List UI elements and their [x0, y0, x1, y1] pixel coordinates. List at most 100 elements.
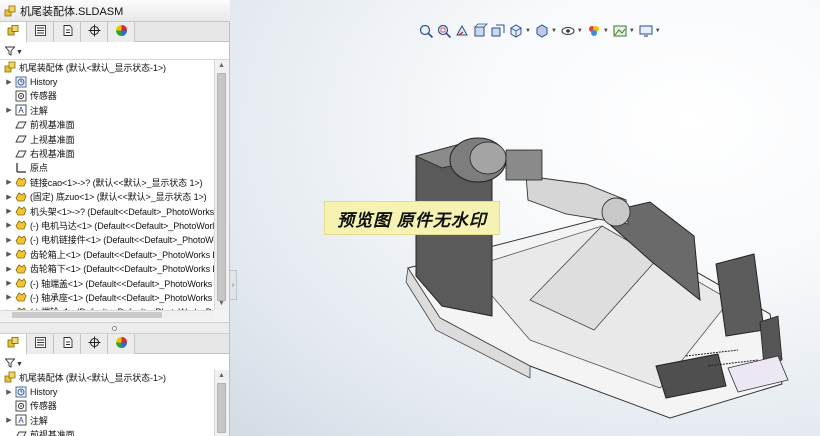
tree-item-label: (固定) 底zuo<1> (默认<<默认>_显示状态 1>): [30, 192, 207, 203]
part-icon: [14, 263, 27, 275]
svg-text:A: A: [18, 106, 24, 115]
scroll-down-arrow-icon[interactable]: ▼: [215, 298, 228, 310]
tree-item-label: 传感器: [30, 401, 57, 412]
tree-vertical-scrollbar-top[interactable]: ▲ ▼: [214, 60, 228, 310]
tree-item-label: 齿轮箱上<1> (Default<<Default>_PhotoWorks D: [30, 249, 214, 260]
expand-arrow-icon[interactable]: ▶: [4, 178, 14, 186]
featuremanager-tab[interactable]: [0, 334, 27, 354]
scrollbar-thumb[interactable]: [217, 73, 226, 301]
gear-box[interactable]: [505, 149, 543, 181]
configurationmanager-icon: [61, 24, 74, 40]
propertymanager-icon: [34, 336, 47, 352]
plane-icon: [14, 148, 27, 160]
tree-item[interactable]: 传感器: [0, 89, 214, 103]
drive-drum-face: [469, 141, 507, 175]
assembly-icon: [3, 371, 16, 383]
tree-item-label: 注解: [30, 105, 48, 116]
part-icon: [14, 205, 27, 217]
panel-splitter[interactable]: [0, 322, 229, 334]
tree-item[interactable]: 右视基准面: [0, 146, 214, 160]
filter-dropdown-icon[interactable]: ▼: [16, 361, 23, 368]
dimxpert-icon: [88, 336, 101, 352]
tree-item[interactable]: ▶ 齿轮箱上<1> (Default<<Default>_PhotoWorks D: [0, 247, 214, 261]
sensor-icon: [14, 90, 27, 102]
tree-item[interactable]: ▶ 齿轮箱下<1> (Default<<Default>_PhotoWorks D: [0, 261, 214, 275]
origin-icon: [14, 162, 27, 174]
tree-item[interactable]: 前视基准面: [0, 428, 214, 436]
expand-arrow-icon[interactable]: ▶: [4, 293, 14, 301]
tree-item[interactable]: ▶ A 注解: [0, 103, 214, 117]
propertymanager-tab[interactable]: [27, 334, 54, 354]
tree-item[interactable]: ▶ History: [0, 384, 214, 398]
motor-end-cap: [601, 197, 631, 227]
display-manager-tab[interactable]: [108, 22, 135, 42]
graphics-area[interactable]: ▼ ▼ ▼ ▼ ▼ ▼ › 预览图 原件无水印: [230, 0, 820, 436]
tree-item-label: 注解: [30, 415, 48, 426]
scroll-up-arrow-icon[interactable]: ▲: [215, 370, 228, 382]
scroll-up-arrow-icon[interactable]: ▲: [215, 60, 228, 72]
tree-item[interactable]: ▶ (-) 轴端盖<1> (Default<<Default>_PhotoWork…: [0, 276, 214, 290]
expand-arrow-icon[interactable]: ▶: [4, 207, 14, 215]
featuremanager-icon: [7, 24, 20, 40]
splitter-grip-icon[interactable]: [112, 325, 117, 331]
expand-arrow-icon[interactable]: ▶: [4, 193, 14, 201]
feature-tree-bottom: 机尾装配体 (默认<默认_显示状态-1>) ▶ History 传感器 ▶ A 注解 前视基准…: [0, 370, 214, 436]
tree-item[interactable]: 传感器: [0, 399, 214, 413]
filter-icon[interactable]: [5, 46, 15, 56]
tree-item[interactable]: ▶ History: [0, 74, 214, 88]
assembly-icon: [3, 61, 16, 73]
h-scrollbar-thumb[interactable]: [12, 312, 162, 318]
expand-arrow-icon[interactable]: ▶: [4, 265, 14, 273]
expand-arrow-icon[interactable]: ▶: [4, 388, 14, 396]
tree-root-assembly[interactable]: 机尾装配体 (默认<默认_显示状态-1>): [0, 370, 214, 384]
display-manager-icon: [115, 336, 128, 352]
history-icon: [14, 386, 27, 398]
tree-item[interactable]: ▶ 机头架<1>->? (Default<<Default>_PhotoWorks…: [0, 204, 214, 218]
configurationmanager-tab[interactable]: [54, 334, 81, 354]
tree-item[interactable]: ▶ (-) 电机链接件<1> (Default<<Default>_PhotoWo: [0, 233, 214, 247]
dimxpert-tab[interactable]: [81, 334, 108, 354]
tree-item-label: 原点: [30, 163, 48, 174]
tree-horizontal-scrollbar-top[interactable]: [0, 310, 214, 319]
expand-arrow-icon[interactable]: ▶: [4, 221, 14, 229]
configurationmanager-tab[interactable]: [54, 22, 81, 42]
filter-row-top: ▼: [0, 42, 229, 60]
tree-item-label: 传感器: [30, 91, 57, 102]
dimxpert-tab[interactable]: [81, 22, 108, 42]
filter-dropdown-icon[interactable]: ▼: [16, 49, 23, 56]
tree-item-label: 右视基准面: [30, 149, 75, 160]
assembly-3d-model[interactable]: [230, 0, 820, 436]
tree-root-label: 机尾装配体 (默认<默认_显示状态-1>): [19, 62, 166, 73]
tree-item-label: (-) 电机链接件<1> (Default<<Default>_PhotoWo: [30, 235, 214, 246]
tree-item-label: History: [30, 76, 58, 87]
tree-item[interactable]: 上视基准面: [0, 132, 214, 146]
tree-item-label: 机头架<1>->? (Default<<Default>_PhotoWorks …: [30, 206, 214, 217]
expand-arrow-icon[interactable]: ▶: [4, 416, 14, 424]
tree-item[interactable]: ▶ (-) 轴承座<1> (Default<<Default>_PhotoWork…: [0, 290, 214, 304]
propertymanager-tab[interactable]: [27, 22, 54, 42]
tree-item-label: 链接cao<1>->? (默认<<默认>_显示状态 1>): [30, 177, 203, 188]
plane-icon: [14, 119, 27, 131]
plane-icon: [14, 133, 27, 145]
expand-arrow-icon[interactable]: ▶: [4, 78, 14, 86]
expand-arrow-icon[interactable]: ▶: [4, 279, 14, 287]
tree-item[interactable]: 原点: [0, 161, 214, 175]
expand-arrow-icon[interactable]: ▶: [4, 250, 14, 258]
panel-tabbar-bottom: [0, 334, 229, 354]
tree-root-assembly[interactable]: 机尾装配体 (默认<默认_显示状态-1>): [0, 60, 214, 74]
featuremanager-tab[interactable]: [0, 22, 27, 42]
tree-item[interactable]: ▶ (-) 电机马达<1> (Default<<Default>_PhotoWor…: [0, 218, 214, 232]
tree-vertical-scrollbar-bottom[interactable]: ▲: [214, 370, 228, 436]
expand-arrow-icon[interactable]: ▶: [4, 106, 14, 114]
tree-item[interactable]: ▶ A 注解: [0, 413, 214, 427]
display-manager-tab[interactable]: [108, 334, 135, 354]
tree-item[interactable]: ▶ 链接cao<1>->? (默认<<默认>_显示状态 1>): [0, 175, 214, 189]
scrollbar-thumb[interactable]: [217, 383, 226, 433]
part-icon: [14, 277, 27, 289]
tree-item[interactable]: 前视基准面: [0, 118, 214, 132]
document-title: 机尾装配体.SLDASM: [20, 5, 124, 18]
filter-icon[interactable]: [5, 358, 15, 368]
tree-item-label: 上视基准面: [30, 134, 75, 145]
tree-item[interactable]: ▶ (固定) 底zuo<1> (默认<<默认>_显示状态 1>): [0, 190, 214, 204]
expand-arrow-icon[interactable]: ▶: [4, 236, 14, 244]
